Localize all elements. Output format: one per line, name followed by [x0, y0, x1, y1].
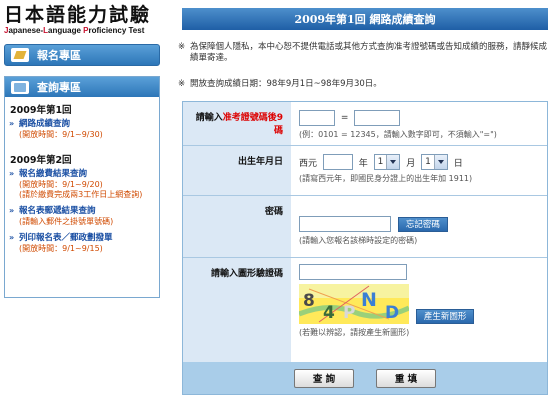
date-notice: ※ 開放查詢成績日期：98年9月1日~98年9月30日。	[178, 79, 548, 90]
exam-number-separator: =	[340, 113, 349, 123]
score-query-form: 請輸入准考證號碼後9碼 = (例：0101 = 12345，請輸入數字即可，不須…	[182, 101, 548, 395]
sidebar-item-payment-query[interactable]: » 報名繳費結果查詢 (開放時間：9/1~9/20) (請於繳費完成兩3工作日上…	[5, 169, 159, 200]
birth-month-select[interactable]: 1	[373, 154, 401, 170]
birth-year-unit: 年	[358, 158, 368, 169]
sidebar-note: (請於繳費完成兩3工作日上網查詢)	[19, 190, 143, 199]
sidebar-link-print-form[interactable]: 列印報名表／郵政劃撥單	[13, 233, 159, 244]
register-section-label: 報名專區	[37, 49, 81, 62]
date-notice-text: 開放查詢成績日期：98年9月1日~98年9月30日。	[190, 79, 382, 89]
birth-month-value: 1	[377, 157, 384, 167]
captcha-char: 4	[323, 303, 335, 323]
captcha-label: 請輸入圖形驗證碼	[183, 258, 291, 362]
privacy-notice: ※ 為保障個人隱私，本中心恕不提供電話或其他方式查詢准考證號碼或告知成績的服務，…	[178, 42, 548, 64]
site-logo[interactable]: 日本語能力試驗 Japanese-Language Proficiency Te…	[4, 4, 164, 36]
logo-title: 日本語能力試驗	[4, 4, 152, 26]
captcha-char: D	[385, 303, 399, 323]
pencil-icon	[11, 48, 29, 62]
sidebar-note: (請輸入郵件之掛號單號碼)	[19, 217, 114, 226]
sidebar-link-mail-query[interactable]: 報名表郵遞結果查詢	[13, 206, 159, 217]
folder-icon	[11, 80, 29, 94]
sidebar-note: (開放時間：9/1~9/30)	[19, 130, 103, 139]
form-actions: 查 詢 重 填	[183, 362, 547, 394]
notice-mark: ※	[178, 42, 186, 52]
bullet-icon: »	[9, 169, 15, 178]
logo-subtitle: Japanese-Language Proficiency Test	[4, 26, 145, 35]
section-title-2: 2009年第2回	[10, 155, 72, 166]
exam-number-hint: (例：0101 = 12345，請輸入數字即可，不須輸入"=")	[299, 130, 497, 139]
password-hint: (請輸入您報名該梯時設定的密碼)	[299, 236, 418, 245]
notice-mark: ※	[178, 79, 186, 89]
sidebar-item-mail-query[interactable]: » 報名表郵遞結果查詢 (請輸入郵件之掛號單號碼)	[5, 206, 159, 227]
password-input[interactable]	[299, 216, 391, 232]
register-section-button[interactable]: 報名專區	[4, 44, 160, 66]
exam-number-row: 請輸入准考證號碼後9碼 = (例：0101 = 12345，請輸入數字即可，不須…	[183, 102, 547, 146]
password-field-group: 忘記密碼 (請輸入您報名該梯時設定的密碼)	[291, 196, 547, 257]
forgot-password-button[interactable]: 忘記密碼	[397, 216, 448, 232]
captcha-graphic: 8 4 P N D	[299, 284, 409, 324]
submit-button[interactable]: 查 詢	[294, 368, 354, 388]
sidebar-link-score-query[interactable]: 網路成績查詢	[13, 119, 159, 130]
query-section-header: 查詢專區	[5, 77, 159, 97]
captcha-char: P	[343, 303, 355, 323]
birth-day-unit: 日	[453, 158, 463, 169]
password-label: 密碼	[183, 196, 291, 257]
exam-number-label: 請輸入准考證號碼後9碼	[183, 102, 291, 145]
page-title: 2009年第1回 網路成績查詢	[182, 8, 548, 30]
query-section-panel: 查詢專區 2009年第1回 » 網路成績查詢 (開放時間：9/1~9/30) 2…	[4, 76, 160, 298]
reset-button[interactable]: 重 填	[376, 368, 436, 388]
sidebar-note: (開放時間：9/1~9/20)	[19, 180, 103, 189]
sidebar-link-payment-query[interactable]: 報名繳費結果查詢	[13, 169, 159, 180]
birthday-row: 出生年月日 西元 年 1 月 1 日 (請寫西元年，即國民身分證上的出生年加 1…	[183, 146, 547, 196]
birthday-prefix: 西元	[299, 158, 318, 169]
captcha-row: 請輸入圖形驗證碼 8 4 P N D 產生新圖形 (若難以辨認，請按產生新圖形)	[183, 258, 547, 362]
bullet-icon: »	[9, 233, 15, 242]
captcha-char: N	[361, 289, 377, 311]
birthday-hint: (請寫西元年，即國民身分證上的出生年加 1911)	[299, 174, 473, 183]
birth-year-input[interactable]	[322, 154, 353, 170]
query-section-label: 查詢專區	[37, 81, 81, 94]
new-captcha-button[interactable]: 產生新圖形	[415, 309, 475, 324]
captcha-input[interactable]	[299, 264, 407, 280]
captcha-image: 8 4 P N D	[299, 284, 409, 324]
birthday-label: 出生年月日	[183, 146, 291, 195]
birthday-field-group: 西元 年 1 月 1 日 (請寫西元年，即國民身分證上的出生年加 1911)	[291, 146, 547, 195]
password-row: 密碼 忘記密碼 (請輸入您報名該梯時設定的密碼)	[183, 196, 547, 258]
section-title-1: 2009年第1回	[10, 105, 72, 116]
chevron-down-icon	[386, 155, 400, 169]
sidebar-note: (開放時間：9/1~9/15)	[19, 244, 103, 253]
privacy-notice-text: 為保障個人隱私，本中心恕不提供電話或其他方式查詢准考證號碼或告知成績的服務，請靜…	[190, 42, 548, 63]
chevron-down-icon	[433, 155, 447, 169]
bullet-icon: »	[9, 119, 15, 128]
captcha-char: 8	[303, 291, 315, 311]
captcha-field-group: 8 4 P N D 產生新圖形 (若難以辨認，請按產生新圖形)	[291, 258, 547, 362]
exam-number-suffix-input[interactable]	[354, 110, 401, 126]
exam-number-field-group: = (例：0101 = 12345，請輸入數字即可，不須輸入"=")	[291, 102, 547, 145]
birth-day-value: 1	[425, 157, 431, 167]
sidebar-item-score-query[interactable]: » 網路成績查詢 (開放時間：9/1~9/30)	[5, 119, 159, 140]
captcha-hint: (若難以辨認，請按產生新圖形)	[299, 328, 410, 337]
birth-day-select[interactable]: 1	[421, 154, 448, 170]
exam-number-prefix-input[interactable]	[299, 110, 335, 126]
page: 日本語能力試驗 Japanese-Language Proficiency Te…	[0, 0, 552, 400]
sidebar-item-print-form[interactable]: » 列印報名表／郵政劃撥單 (開放時間：9/1~9/15)	[5, 233, 159, 254]
birth-month-unit: 月	[406, 158, 416, 169]
bullet-icon: »	[9, 206, 15, 215]
